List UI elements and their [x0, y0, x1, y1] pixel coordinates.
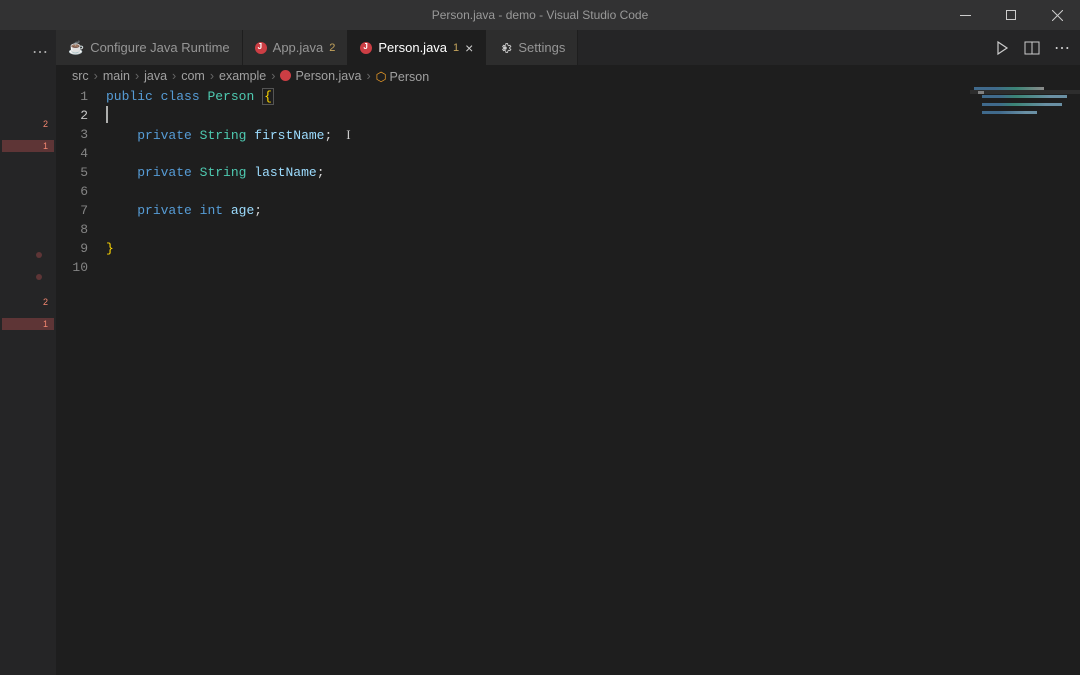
code-line[interactable]: [106, 144, 1080, 163]
breadcrumb-item[interactable]: example: [219, 69, 266, 83]
breadcrumb-item[interactable]: java: [144, 69, 167, 83]
code-line[interactable]: [106, 106, 1080, 125]
chevron-right-icon: ›: [135, 69, 139, 83]
coffee-cup-icon: ☕: [68, 40, 84, 56]
window-controls: [942, 0, 1080, 30]
code-line[interactable]: private int age;: [106, 201, 1080, 220]
tab-settings[interactable]: Settings: [486, 30, 578, 65]
code-line[interactable]: }: [106, 239, 1080, 258]
class-symbol-icon: ⬡: [376, 70, 387, 84]
ibeam-cursor-icon: I: [346, 125, 350, 144]
gutter-panel: ⋯ 2 1 2 1: [0, 30, 56, 675]
java-file-icon: [255, 42, 267, 54]
tab-label: Settings: [518, 40, 565, 55]
tabs-bar: ☕ Configure Java Runtime App.java 2 Pers…: [56, 30, 1080, 65]
java-file-icon: [360, 42, 372, 54]
change-dot-icon: [36, 274, 42, 280]
chevron-right-icon: ›: [94, 69, 98, 83]
change-dot-icon: [36, 252, 42, 258]
minimap-line: [982, 103, 1062, 106]
line-number: 7: [56, 201, 88, 220]
breadcrumb-item[interactable]: com: [181, 69, 205, 83]
code-line[interactable]: private String lastName;: [106, 163, 1080, 182]
tab-actions: ⋯: [994, 30, 1080, 65]
code-line[interactable]: private String firstName;I: [106, 125, 1080, 144]
code-content[interactable]: public class Person { private String fir…: [106, 87, 1080, 675]
text-cursor: [106, 106, 108, 123]
line-number: 1: [56, 87, 88, 106]
tab-app-java[interactable]: App.java 2: [243, 30, 349, 65]
tab-label: App.java: [273, 40, 324, 55]
more-actions-button[interactable]: ⋯: [1054, 38, 1070, 58]
line-number: 2: [56, 106, 88, 125]
line-number: 6: [56, 182, 88, 201]
chevron-right-icon: ›: [366, 69, 370, 83]
problem-marker[interactable]: 2: [37, 118, 54, 130]
code-line[interactable]: public class Person {: [106, 87, 1080, 106]
tab-configure-java-runtime[interactable]: ☕ Configure Java Runtime: [56, 30, 243, 65]
problem-marker[interactable]: 1: [2, 140, 54, 152]
split-editor-button[interactable]: [1024, 40, 1040, 56]
run-button[interactable]: [994, 40, 1010, 56]
code-editor[interactable]: 1 2 3 4 5 6 7 8 9 10 public class Person…: [56, 87, 1080, 675]
line-number: 5: [56, 163, 88, 182]
tab-label: Configure Java Runtime: [90, 40, 229, 55]
tab-label: Person.java: [378, 40, 447, 55]
chevron-right-icon: ›: [210, 69, 214, 83]
minimap-line: [982, 95, 1067, 98]
editor-area: ☕ Configure Java Runtime App.java 2 Pers…: [56, 30, 1080, 675]
minimap-line: [982, 111, 1037, 114]
tab-dirty-badge: 2: [329, 42, 335, 54]
minimap-viewport[interactable]: [970, 90, 1080, 94]
breadcrumb-item[interactable]: main: [103, 69, 130, 83]
breadcrumb-item[interactable]: Person.java: [280, 69, 361, 83]
chevron-right-icon: ›: [172, 69, 176, 83]
main-layout: ⋯ 2 1 2 1 ☕ Configure Java Runtime App.j…: [0, 30, 1080, 675]
window-title: Person.java - demo - Visual Studio Code: [432, 8, 649, 22]
breadcrumb-item[interactable]: ⬡Person: [376, 69, 430, 84]
line-number: 9: [56, 239, 88, 258]
code-line[interactable]: [106, 258, 1080, 277]
minimap-line: [974, 87, 1044, 90]
problem-marker[interactable]: 1: [2, 318, 54, 330]
minimize-button[interactable]: [942, 0, 988, 30]
tab-person-java[interactable]: Person.java 1 ×: [348, 30, 486, 65]
close-icon[interactable]: ×: [465, 40, 473, 56]
line-number-gutter: 1 2 3 4 5 6 7 8 9 10: [56, 87, 106, 675]
problem-marker[interactable]: 2: [37, 296, 54, 308]
line-number: 8: [56, 220, 88, 239]
minimap-line: [978, 91, 984, 94]
line-number: 10: [56, 258, 88, 277]
gear-icon: [498, 41, 512, 55]
java-file-icon: [280, 70, 291, 81]
minimap[interactable]: [970, 87, 1080, 675]
line-number: 3: [56, 125, 88, 144]
close-button[interactable]: [1034, 0, 1080, 30]
maximize-button[interactable]: [988, 0, 1034, 30]
titlebar: Person.java - demo - Visual Studio Code: [0, 0, 1080, 30]
code-line[interactable]: [106, 182, 1080, 201]
breadcrumb-item[interactable]: src: [72, 69, 89, 83]
chevron-right-icon: ›: [271, 69, 275, 83]
tab-dirty-badge: 1: [453, 42, 459, 54]
line-number: 4: [56, 144, 88, 163]
more-icon[interactable]: ⋯: [32, 42, 48, 62]
code-line[interactable]: [106, 220, 1080, 239]
breadcrumbs[interactable]: src › main › java › com › example › Person.ja…: [56, 65, 1080, 87]
